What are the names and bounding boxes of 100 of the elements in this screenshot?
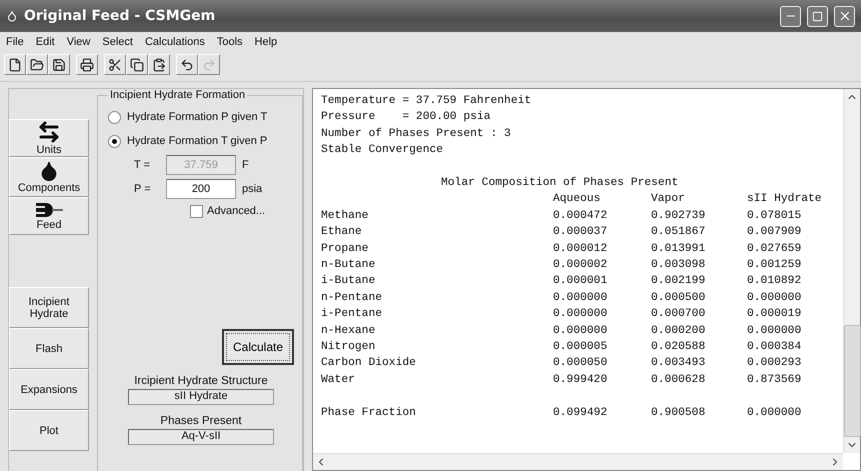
checkbox-option[interactable]: Advanced...: [108, 201, 294, 221]
table-cell-text: 0.000000: [747, 324, 802, 339]
table-cell-text: 0.000037: [553, 225, 608, 240]
table-cell-text: 0.000000: [553, 307, 608, 322]
row-name: i-Pentane: [321, 306, 384, 322]
radio-button[interactable]: [108, 134, 121, 148]
maximize-icon: [812, 10, 823, 22]
unit-label: F: [242, 159, 250, 171]
table-cell-text: 0.000293: [747, 356, 802, 372]
menu-item[interactable]: Select: [102, 36, 133, 48]
radio-button[interactable]: [108, 110, 121, 124]
radio-option[interactable]: Hydrate Formation P given T: [108, 105, 294, 129]
field-label: T =: [134, 159, 152, 171]
toolbar-button[interactable]: [148, 54, 170, 75]
pipe-icon: [34, 201, 64, 219]
row-name: n-Pentane: [321, 290, 384, 306]
menu-item[interactable]: Calculations: [144, 36, 205, 48]
table-cell-text: 0.000700: [651, 307, 706, 322]
column-header: Aqueous: [553, 192, 602, 208]
table-cell-text: 0.000019: [747, 307, 802, 322]
toolbar-button[interactable]: [176, 54, 198, 75]
nav-button[interactable]: Flash: [9, 328, 89, 369]
table-cell-text: 0.000384: [747, 340, 802, 356]
table-cell-text: 0.003098: [651, 258, 706, 274]
structure-label: Ircipient Hydrate Structure: [133, 375, 269, 387]
row-name: i-Butane: [321, 274, 376, 290]
calculate-button[interactable]: Calculate: [222, 329, 294, 365]
row-name: Ethane: [321, 224, 363, 240]
table-cell-text: 0.020588: [651, 340, 706, 356]
nav-button[interactable]: Expansions: [9, 369, 89, 410]
menu-item[interactable]: File: [6, 36, 24, 48]
table-cell-text: 0.000000: [747, 406, 802, 421]
table-cell-text: 0.000000: [747, 290, 802, 306]
table-cell-text: 0.000628: [651, 372, 706, 388]
row-name: Phase Fraction: [321, 406, 417, 421]
toolbar-button[interactable]: [4, 54, 26, 75]
table-cell-text: 0.000002: [553, 258, 608, 274]
row-name: Nitrogen: [321, 340, 376, 356]
table-cell-text: 0.010892: [747, 274, 802, 290]
nav-button[interactable]: Incipient Hydrate: [9, 287, 89, 328]
table-cell-text: 0.900508: [651, 406, 706, 421]
output-line: Pressure = 200.00 psia: [321, 110, 492, 126]
table-cell-text: 0.000000: [553, 324, 608, 339]
output-line: Stable Convergence: [321, 142, 444, 158]
nav-button[interactable]: Components: [9, 157, 89, 197]
vertical-scrollbar[interactable]: [843, 89, 860, 453]
printer-icon: [80, 58, 94, 72]
radio-option[interactable]: Hydrate Formation T given P: [108, 129, 294, 153]
table-cell-text: 0.873569: [747, 372, 802, 388]
row-name: Methane: [321, 208, 370, 224]
field-label: P =: [134, 183, 152, 195]
output-line: Number of Phases Present : 3: [321, 126, 512, 142]
row-name: Carbon Dioxide: [321, 356, 417, 372]
toolbar-button[interactable]: [76, 54, 98, 75]
nav-button[interactable]: Plot: [9, 410, 89, 451]
toolbar-button[interactable]: [48, 54, 70, 75]
table-cell-text: 0.000000: [553, 290, 608, 306]
undo-icon: [180, 58, 194, 72]
minimize-button[interactable]: [780, 6, 801, 26]
menu-item[interactable]: Help: [254, 36, 278, 48]
paste-icon: [152, 58, 166, 72]
output-line: Temperature = 37.759 Fahrenheit: [321, 94, 532, 109]
new-file-icon: [8, 58, 22, 72]
table-cell-text: 0.002199: [651, 274, 706, 290]
table-cell-text: 0.000001: [553, 274, 608, 290]
checkbox[interactable]: [190, 204, 203, 218]
window-title: Original Feed - CSMGem: [24, 8, 216, 24]
input-field[interactable]: 200: [166, 179, 236, 199]
table-cell-text: 0.099492: [553, 406, 608, 421]
toolbar-button[interactable]: [126, 54, 148, 75]
table-title: Molar Composition of Phases Present: [440, 176, 680, 192]
table-cell-text: 0.000500: [651, 290, 706, 306]
scissors-icon: [108, 58, 122, 72]
close-button[interactable]: [834, 6, 855, 26]
open-folder-icon: [30, 58, 44, 72]
app-icon: [6, 10, 18, 22]
horizontal-scrollbar[interactable]: [313, 453, 843, 470]
menu-item[interactable]: Tools: [216, 36, 243, 48]
table-cell-text: 0.000200: [651, 324, 706, 339]
phases-field: Aq-V-sII: [128, 429, 274, 445]
group-title: Incipient Hydrate Formation: [109, 89, 246, 101]
toolbar-button[interactable]: [104, 54, 126, 75]
table-cell-text: 0.902739: [651, 208, 706, 224]
toolbar-button[interactable]: [26, 54, 48, 75]
nav-button[interactable]: Units: [9, 119, 89, 157]
table-cell-text: 0.078015: [747, 208, 802, 224]
table-cell-text: 0.013991: [651, 242, 706, 257]
row-name: n-Butane: [321, 258, 376, 274]
nav-button[interactable]: Feed: [9, 197, 89, 235]
redo-icon: [202, 58, 216, 72]
menu-item[interactable]: View: [66, 36, 90, 48]
column-header: Vapor: [651, 192, 686, 208]
save-icon: [52, 58, 66, 72]
table-cell-text: 0.007909: [747, 225, 802, 240]
maximize-button[interactable]: [807, 6, 828, 26]
table-cell-text: 0.000050: [553, 356, 608, 372]
row-name: Propane: [321, 242, 370, 257]
row-name: Water: [321, 372, 356, 388]
menu-item[interactable]: Edit: [36, 36, 55, 48]
column-header: sII Hydrate: [747, 192, 823, 208]
